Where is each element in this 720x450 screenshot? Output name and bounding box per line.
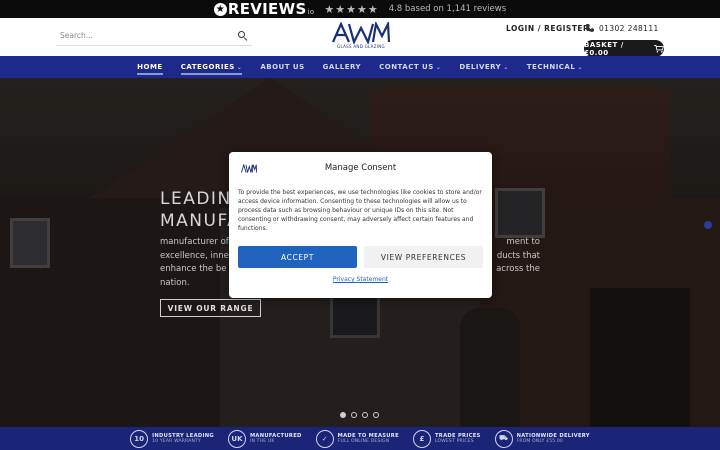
consent-modal: Manage Consent To provide the best exper… — [229, 152, 492, 298]
usp-subtitle: IN THE UK — [249, 439, 275, 444]
measure-icon: ✓ — [315, 429, 334, 448]
usp-item: ⛟ NATIONWIDE DELIVERY FROM ONLY £55.00 — [494, 429, 590, 448]
nav-contact-us[interactable]: CONTACT US ⌄ — [370, 56, 450, 78]
usp-strip: 10 INDUSTRY LEADING 10 YEAR WARRANTY UK M… — [0, 427, 720, 450]
slider-dot[interactable] — [373, 412, 379, 418]
delivery-truck-icon: ⛟ — [494, 429, 513, 448]
nav-label: HOME — [137, 63, 163, 71]
rating-stars-icon: ★★★★★ — [324, 2, 379, 16]
chevron-down-icon: ⌄ — [577, 63, 583, 71]
chevron-down-icon: ⌄ — [435, 63, 442, 71]
view-preferences-button[interactable]: VIEW PREFERENCES — [364, 246, 483, 268]
nav-label: CATEGORIES — [180, 63, 235, 71]
reviews-bar[interactable]: ★ REVIEWS io ★★★★★ 4.8 based on 1,141 re… — [0, 0, 720, 18]
consent-title: Manage Consent — [324, 163, 397, 173]
active-underline — [180, 73, 243, 75]
nav-categories[interactable]: CATEGORIES ⌄ — [172, 56, 252, 78]
usp-item: 10 INDUSTRY LEADING 10 YEAR WARRANTY — [130, 429, 214, 448]
site-logo[interactable]: GLASS AND GLAZING — [329, 22, 393, 52]
search-input[interactable]: Search... — [56, 26, 252, 46]
phone-number: 01302 248111 — [599, 23, 659, 33]
cart-icon — [654, 44, 664, 53]
site-header: Search... GLASS AND GLAZING LOGIN / REGI… — [0, 18, 720, 57]
nav-label: ABOUT US — [260, 63, 305, 71]
usp-subtitle: FULL ONLINE DESIGN — [337, 439, 390, 444]
hero-text-fragment: ducts that — [496, 250, 540, 261]
hero-text-fragment: excellence, inne — [160, 250, 229, 261]
nav-about-us[interactable]: ABOUT US — [251, 56, 313, 78]
basket-label: BASKET / £0.00 — [584, 40, 624, 57]
star-icon: ★ — [213, 2, 227, 16]
nav-label: GALLERY — [322, 63, 362, 71]
usp-item: £ TRADE PRICES LOWEST PRICES — [412, 429, 481, 448]
warranty-icon: 10 — [130, 429, 149, 448]
rating-text: 4.8 based on 1,141 reviews — [388, 4, 507, 14]
hero-text-fragment: across the — [496, 264, 540, 274]
usp-item: UK MANUFACTURED IN THE UK — [227, 429, 302, 448]
nav-home[interactable]: HOME — [128, 56, 172, 78]
nav-label: DELIVERY — [459, 63, 502, 71]
usp-item: ✓ MADE TO MEASURE FULL ONLINE DESIGN — [315, 429, 399, 448]
privacy-statement-link[interactable]: Privacy Statement — [229, 276, 492, 283]
main-nav: HOME CATEGORIES ⌄ ABOUT US GALLERY CONTA… — [0, 56, 720, 78]
reviews-brand: REVIEWS — [227, 0, 307, 18]
consent-body: To provide the best experiences, we use … — [238, 189, 482, 232]
nav-label: TECHNICAL — [526, 63, 576, 71]
basket-button[interactable]: BASKET / £0.00 — [584, 40, 664, 57]
logo-subtext: GLASS AND GLAZING — [337, 44, 385, 49]
chevron-down-icon: ⌄ — [503, 63, 509, 71]
chevron-down-icon: ⌄ — [236, 63, 243, 71]
nav-technical[interactable]: TECHNICAL ⌄ — [518, 56, 592, 78]
usp-subtitle: LOWEST PRICES — [434, 439, 474, 444]
floating-badge[interactable] — [704, 221, 712, 229]
hero-text-fragment: nation. — [160, 277, 190, 288]
hero-text-fragment: manufacturer of — [160, 237, 229, 247]
slider-dot[interactable] — [362, 412, 368, 418]
price-tag-icon: £ — [412, 429, 431, 448]
reviews-brand-suffix: io — [307, 8, 315, 16]
hero-text-fragment: ment to — [506, 237, 540, 247]
reviews-io-logo[interactable]: ★ REVIEWS io — [213, 0, 315, 18]
usp-subtitle: 10 YEAR WARRANTY — [152, 439, 201, 444]
awm-logo-mark — [331, 22, 391, 44]
hero-text-fragment: enhance the be — [160, 264, 227, 274]
phone-link[interactable]: 01302 248111 — [585, 23, 659, 33]
usp-subtitle: FROM ONLY £55.00 — [516, 439, 564, 444]
slider-dot[interactable] — [340, 412, 346, 418]
view-our-range-button[interactable]: VIEW OUR RANGE — [160, 299, 261, 317]
uk-flag-icon: UK — [227, 429, 246, 448]
accept-button[interactable]: ACCEPT — [238, 246, 357, 268]
slider-dots — [340, 412, 379, 418]
login-register-link[interactable]: LOGIN / REGISTER — [506, 24, 589, 33]
search-icon[interactable] — [238, 30, 248, 41]
active-underline — [137, 73, 163, 75]
nav-delivery[interactable]: DELIVERY ⌄ — [450, 56, 517, 78]
phone-icon — [586, 24, 594, 32]
slider-dot[interactable] — [351, 412, 357, 418]
nav-gallery[interactable]: GALLERY — [314, 56, 370, 78]
nav-label: CONTACT US — [379, 63, 434, 71]
search-placeholder: Search... — [60, 31, 93, 40]
